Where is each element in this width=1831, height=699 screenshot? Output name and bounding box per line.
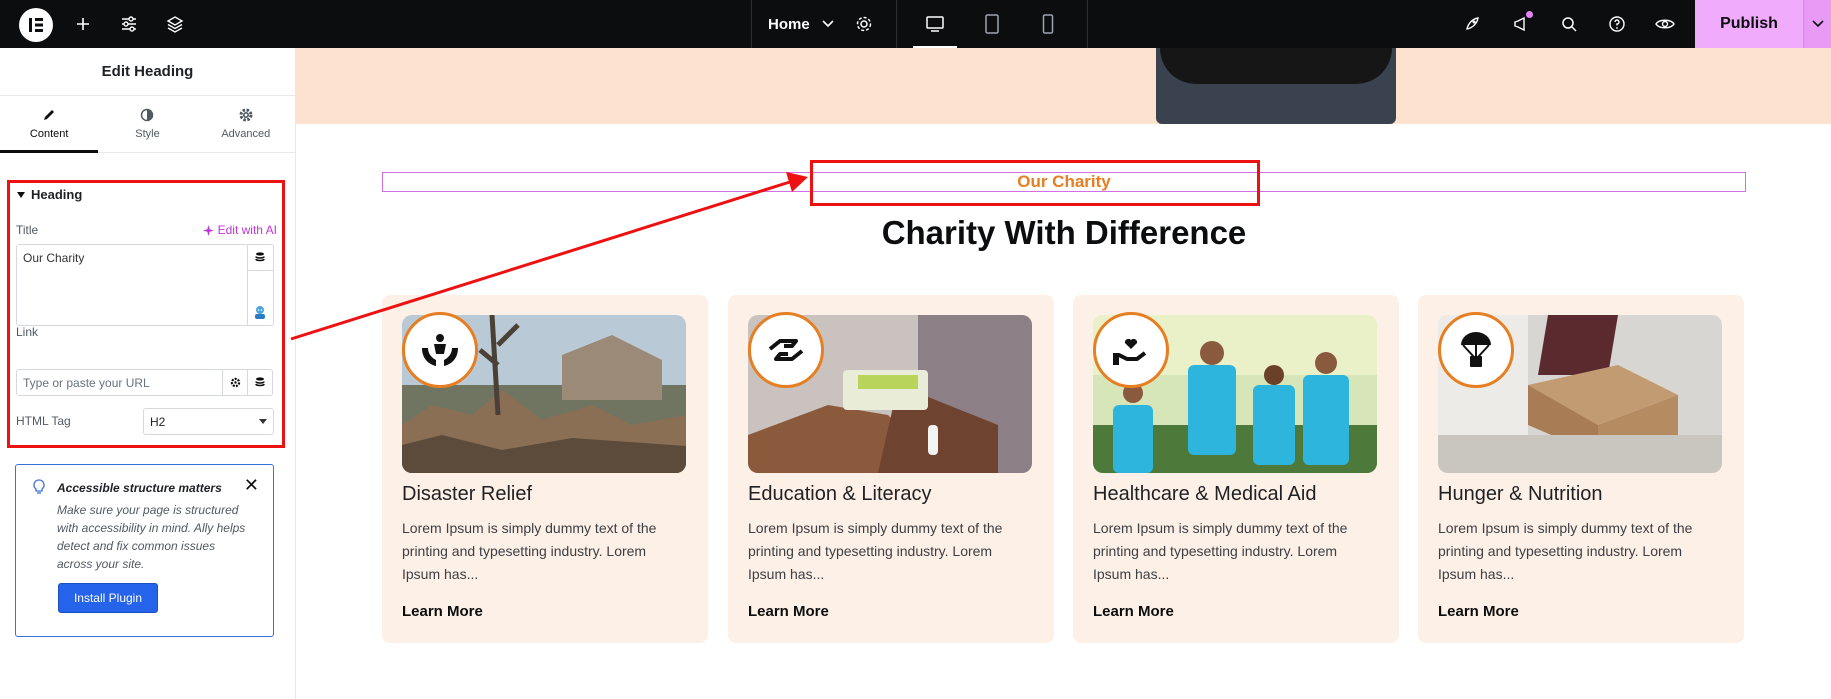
learn-more-link[interactable]: Learn More xyxy=(1438,603,1519,620)
tab-label: Advanced xyxy=(221,128,271,140)
tab-label: Style xyxy=(135,128,160,140)
notification-dot xyxy=(1526,11,1533,18)
help-icon[interactable] xyxy=(1593,0,1641,48)
link-url-input[interactable]: Type or paste your URL xyxy=(16,369,223,396)
notice-text: Make sure your page is structured with a… xyxy=(57,503,246,571)
elementor-logo[interactable] xyxy=(19,8,53,42)
gear-icon xyxy=(239,108,253,122)
caret-down-icon xyxy=(17,191,25,198)
textarea-tools xyxy=(247,244,274,326)
search-icon[interactable] xyxy=(1545,0,1593,48)
main-heading[interactable]: Charity With Difference xyxy=(382,214,1746,252)
card-title: Healthcare & Medical Aid xyxy=(1093,483,1317,505)
ai-assistant-icon[interactable] xyxy=(247,271,273,325)
panel-title: Edit Heading xyxy=(0,48,295,96)
tablet-view-icon[interactable] xyxy=(964,0,1020,48)
preview-eye-icon[interactable] xyxy=(1641,0,1689,48)
tab-style[interactable]: Style xyxy=(98,96,196,152)
tab-content[interactable]: Content xyxy=(0,96,99,153)
link-dynamic-tags-icon[interactable] xyxy=(247,369,273,396)
hero-image-shirt xyxy=(1160,48,1392,84)
section-title: Heading xyxy=(31,187,83,202)
learn-more-link[interactable]: Learn More xyxy=(748,603,829,620)
caret-down-icon xyxy=(259,419,267,424)
charity-card[interactable]: Healthcare & Medical Aid Lorem Ipsum is … xyxy=(1073,295,1399,643)
add-element-icon[interactable] xyxy=(59,0,107,48)
card-title: Disaster Relief xyxy=(402,483,533,505)
rocket-icon[interactable] xyxy=(1448,0,1496,48)
separator xyxy=(1087,0,1088,48)
accessibility-notice: Accessible structure matters ✕ Make sure… xyxy=(15,464,274,637)
parachute-box-icon xyxy=(1438,312,1514,388)
card-description: Lorem Ipsum is simply dummy text of the … xyxy=(402,520,657,582)
hand-heart-icon xyxy=(1093,312,1169,388)
top-bar: Home Publish xyxy=(0,0,1831,48)
page-canvas: Our Charity Charity With Difference Disa… xyxy=(296,48,1831,699)
chevron-down-icon xyxy=(822,20,834,28)
hands-people-icon xyxy=(402,312,478,388)
site-settings-icon[interactable] xyxy=(105,0,153,48)
learn-more-link[interactable]: Learn More xyxy=(402,603,483,620)
link-label: Link xyxy=(16,325,39,339)
hero-section xyxy=(296,48,1831,124)
install-plugin-button[interactable]: Install Plugin xyxy=(58,583,158,613)
title-label: Title xyxy=(16,223,39,237)
whats-new-megaphone-icon[interactable] xyxy=(1497,0,1545,48)
publish-options-button[interactable] xyxy=(1803,0,1831,48)
title-textarea[interactable]: Our Charity xyxy=(16,244,248,326)
card-description: Lorem Ipsum is simply dummy text of the … xyxy=(1093,520,1348,582)
html-tag-value: H2 xyxy=(150,414,166,429)
section-toggle[interactable]: Heading xyxy=(17,187,82,202)
page-settings-gear-icon[interactable] xyxy=(840,0,888,48)
hand-helping-icon xyxy=(748,312,824,388)
close-icon[interactable]: ✕ xyxy=(244,475,259,496)
card-title: Hunger & Nutrition xyxy=(1438,483,1603,505)
html-tag-select[interactable]: H2 xyxy=(143,408,274,435)
edit-with-ai-label: Edit with AI xyxy=(217,223,277,237)
link-options-gear-icon[interactable] xyxy=(222,369,248,396)
card-description: Lorem Ipsum is simply dummy text of the … xyxy=(1438,520,1693,582)
page-name: Home xyxy=(768,15,810,33)
notice-title: Accessible structure matters xyxy=(57,481,222,495)
contrast-icon xyxy=(141,108,154,122)
card-description: Lorem Ipsum is simply dummy text of the … xyxy=(748,520,1003,582)
sparkle-icon xyxy=(202,224,214,236)
publish-button[interactable]: Publish xyxy=(1695,0,1803,48)
html-tag-label: HTML Tag xyxy=(16,414,71,428)
pencil-icon xyxy=(44,110,55,120)
heading-section: Heading Title Edit with AI Our Charity L… xyxy=(7,180,285,448)
mobile-view-icon[interactable] xyxy=(1020,0,1076,48)
tab-advanced[interactable]: Advanced xyxy=(197,96,295,152)
charity-card[interactable]: Hunger & Nutrition Lorem Ipsum is simply… xyxy=(1418,295,1744,643)
lightbulb-icon xyxy=(33,479,45,494)
structure-layers-icon[interactable] xyxy=(151,0,199,48)
chevron-down-icon xyxy=(1811,20,1824,28)
desktop-view-icon[interactable] xyxy=(907,0,963,48)
learn-more-link[interactable]: Learn More xyxy=(1093,603,1174,620)
annotation-highlight-box xyxy=(810,160,1260,206)
dynamic-tags-icon[interactable] xyxy=(247,245,273,271)
edit-with-ai-link[interactable]: Edit with AI xyxy=(202,223,277,237)
editor-panel: Edit Heading Content Style Advanced Head… xyxy=(0,48,296,699)
charity-card[interactable]: Education & Literacy Lorem Ipsum is simp… xyxy=(728,295,1054,643)
charity-card[interactable]: Disaster Relief Lorem Ipsum is simply du… xyxy=(382,295,708,643)
card-title: Education & Literacy xyxy=(748,483,932,505)
panel-tabs: Content Style Advanced xyxy=(0,96,295,153)
tab-label: Content xyxy=(29,128,69,140)
separator xyxy=(896,0,897,48)
